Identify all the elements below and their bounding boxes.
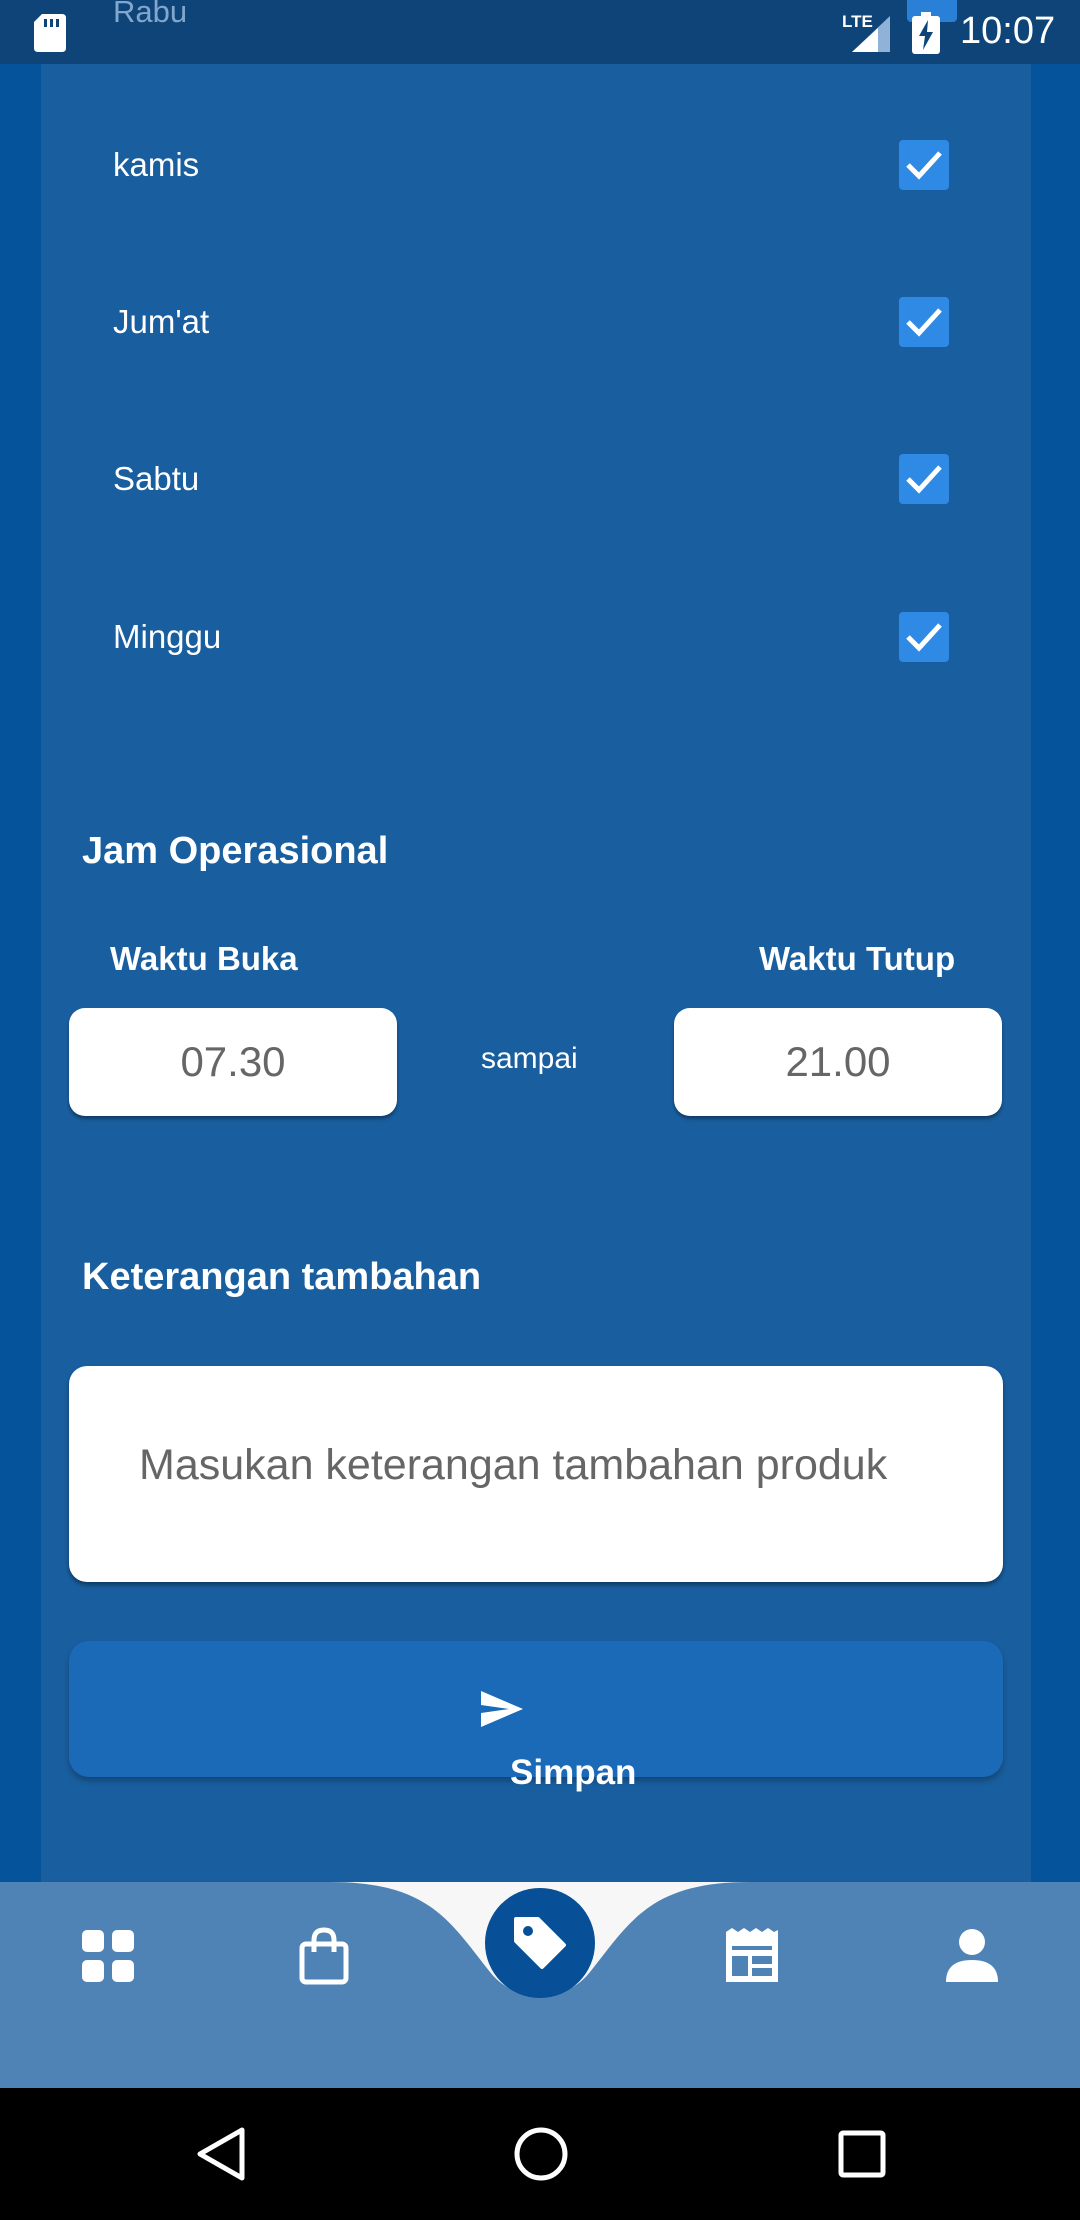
- tag-fab-button[interactable]: [485, 1888, 595, 1998]
- tag-icon: [514, 1917, 566, 1969]
- home-icon[interactable]: [513, 2126, 569, 2182]
- open-time-label: Waktu Buka: [110, 940, 298, 977]
- open-time-field[interactable]: 07.30: [69, 1008, 397, 1116]
- system-navigation-bar: [0, 2088, 1080, 2220]
- profile-icon[interactable]: [942, 1926, 1002, 1986]
- day-row-jumat[interactable]: Jum'at: [113, 283, 1003, 363]
- day-label: Minggu: [113, 618, 222, 655]
- day-row-kamis[interactable]: kamis: [113, 126, 1003, 206]
- day-row-sabtu[interactable]: Sabtu: [113, 440, 1003, 520]
- day-checkbox[interactable]: [899, 297, 949, 347]
- day-label: Sabtu: [113, 460, 200, 497]
- notes-section-title: Keterangan tambahan: [82, 1256, 482, 1298]
- day-label-partial: Rabu: [113, 0, 188, 29]
- receipt-icon[interactable]: [722, 1926, 782, 1986]
- back-icon[interactable]: [196, 2126, 246, 2182]
- check-icon: [906, 151, 942, 180]
- close-time-field[interactable]: 21.00: [674, 1008, 1002, 1116]
- clock: 10:07: [960, 10, 1056, 52]
- day-label: Jum'at: [113, 303, 210, 340]
- send-icon: [481, 1691, 523, 1727]
- save-button-label: Simpan: [510, 1753, 637, 1792]
- notes-placeholder: Masukan keterangan tambahan produk: [139, 1441, 888, 1489]
- day-checkbox[interactable]: [899, 454, 949, 504]
- check-icon: [906, 623, 942, 652]
- sd-card-icon: [34, 14, 66, 52]
- time-separator: sampai: [481, 1042, 578, 1075]
- dashboard-icon[interactable]: [78, 1926, 138, 1986]
- day-row-minggu[interactable]: Minggu: [113, 598, 1003, 678]
- check-icon: [906, 308, 942, 337]
- hours-section-title: Jam Operasional: [82, 830, 389, 872]
- recents-icon[interactable]: [838, 2130, 886, 2178]
- day-checkbox[interactable]: [899, 612, 949, 662]
- shopping-bag-icon[interactable]: [294, 1926, 354, 1986]
- check-icon: [906, 465, 942, 494]
- status-bar: Rabu LTE 10:07: [0, 0, 1080, 64]
- form-card: kamis Jum'at Sabtu Minggu Jam Operasiona…: [41, 64, 1031, 1882]
- battery-charging-icon: [912, 12, 940, 54]
- signal-icon: [852, 16, 890, 52]
- close-time-label: Waktu Tutup: [759, 940, 956, 977]
- day-label: kamis: [113, 146, 200, 183]
- day-checkbox[interactable]: [899, 140, 949, 190]
